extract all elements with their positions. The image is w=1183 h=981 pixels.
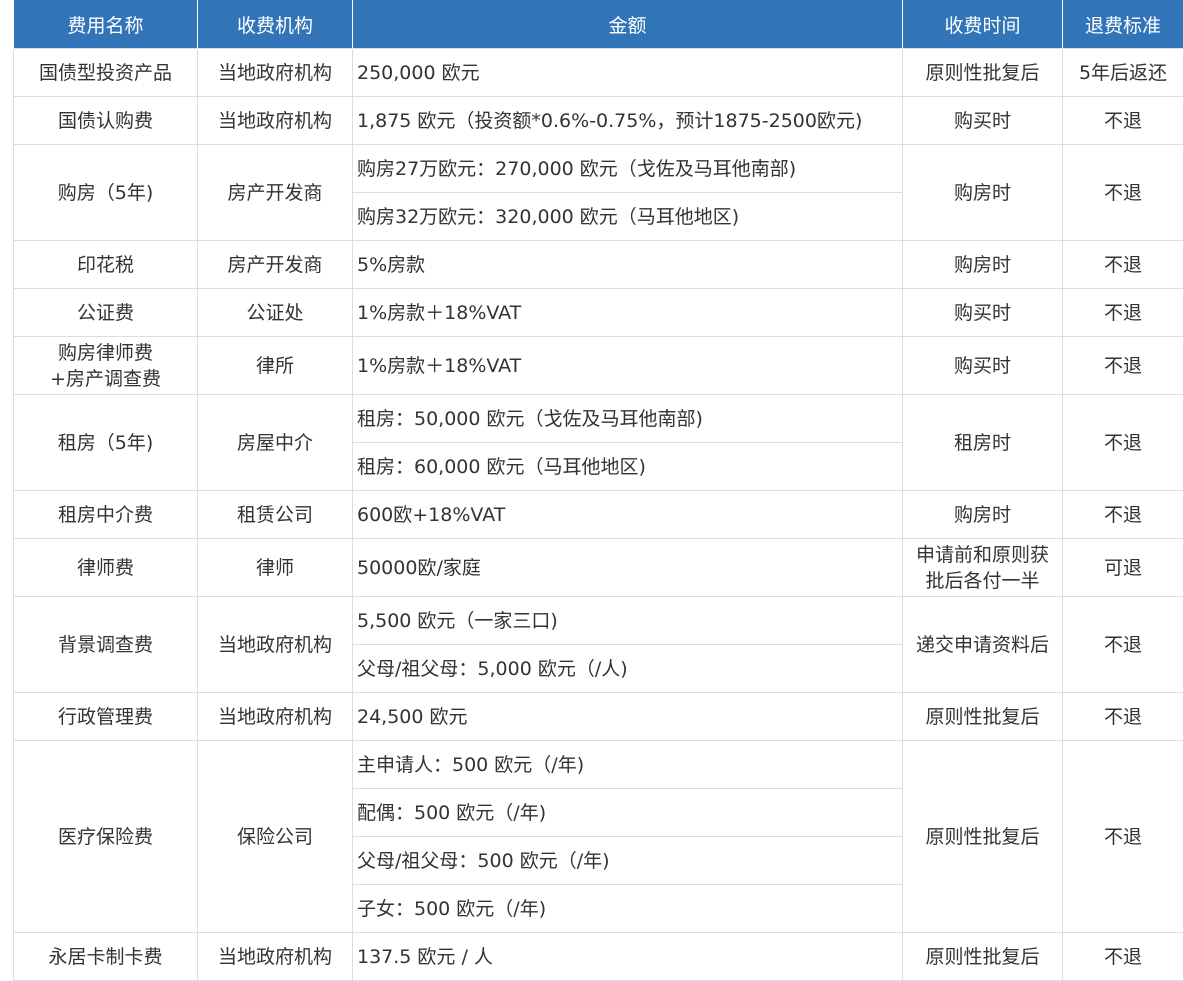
fee-name-cell: 医疗保险费	[13, 740, 198, 933]
fee-name-cell: 印花税	[13, 240, 198, 289]
header-refund: 退费标准	[1062, 0, 1183, 49]
time-line: 批后各付一半	[925, 569, 1040, 592]
amount-cell: 租房：50,000 欧元（戈佐及马耳他南部)	[352, 394, 903, 443]
table-row: 律师费 律师 50000欧/家庭 申请前和原则获 批后各付一半 可退	[13, 538, 1183, 597]
agency-cell: 当地政府机构	[197, 96, 353, 145]
fee-name-line: +房产调查费	[50, 367, 161, 390]
time-cell: 申请前和原则获 批后各付一半	[902, 538, 1063, 597]
table-row: 行政管理费 当地政府机构 24,500 欧元 原则性批复后 不退	[13, 692, 1183, 741]
table-row: 租房中介费 租赁公司 600欧+18%VAT 购房时 不退	[13, 490, 1183, 539]
refund-cell: 不退	[1062, 932, 1183, 981]
amount-cell: 1,875 欧元（投资额*0.6%-0.75%，预计1875-2500欧元)	[352, 96, 903, 145]
amount-cell: 5%房款	[352, 240, 903, 289]
header-agency: 收费机构	[197, 0, 353, 49]
refund-cell: 不退	[1062, 336, 1183, 395]
refund-cell: 5年后返还	[1062, 48, 1183, 97]
agency-cell: 律所	[197, 336, 353, 395]
time-cell: 购房时	[902, 240, 1063, 289]
header-row: 费用名称 收费机构 金额 收费时间 退费标准	[13, 0, 1183, 49]
amount-cell: 50000欧/家庭	[352, 538, 903, 597]
agency-cell: 当地政府机构	[197, 932, 353, 981]
amount-cell: 1%房款＋18%VAT	[352, 288, 903, 337]
fee-table: 费用名称 收费机构 金额 收费时间 退费标准 国债型投资产品 当地政府机构 25…	[13, 0, 1183, 981]
refund-cell: 不退	[1062, 144, 1183, 241]
agency-cell: 房产开发商	[197, 144, 353, 241]
header-fee-name: 费用名称	[13, 0, 198, 49]
table-row: 印花税 房产开发商 5%房款 购房时 不退	[13, 240, 1183, 289]
amount-cell: 父母/祖父母：5,000 欧元（/人)	[352, 644, 903, 693]
amount-cell: 600欧+18%VAT	[352, 490, 903, 539]
refund-cell: 不退	[1062, 490, 1183, 539]
time-cell: 原则性批复后	[902, 740, 1063, 933]
table-row: 背景调查费 当地政府机构 5,500 欧元（一家三口) 递交申请资料后 不退	[13, 596, 1183, 693]
table-row: 租房（5年) 房屋中介 租房：50,000 欧元（戈佐及马耳他南部) 租房时 不…	[13, 394, 1183, 491]
refund-cell: 不退	[1062, 394, 1183, 491]
agency-cell: 律师	[197, 538, 353, 597]
fee-name-cell: 国债型投资产品	[13, 48, 198, 97]
amount-cell: 租房：60,000 欧元（马耳他地区)	[352, 442, 903, 491]
table-row: 国债型投资产品 当地政府机构 250,000 欧元 原则性批复后 5年后返还	[13, 48, 1183, 97]
fee-name-cell: 国债认购费	[13, 96, 198, 145]
fee-name-cell: 购房（5年)	[13, 144, 198, 241]
agency-cell: 租赁公司	[197, 490, 353, 539]
refund-cell: 不退	[1062, 96, 1183, 145]
amount-cell: 购房27万欧元：270,000 欧元（戈佐及马耳他南部)	[352, 144, 903, 193]
fee-name-cell: 背景调查费	[13, 596, 198, 693]
fee-name-cell: 行政管理费	[13, 692, 198, 741]
time-cell: 购买时	[902, 336, 1063, 395]
amount-cell: 5,500 欧元（一家三口)	[352, 596, 903, 645]
amount-cell: 主申请人：500 欧元（/年)	[352, 740, 903, 789]
table-row: 购房（5年) 房产开发商 购房27万欧元：270,000 欧元（戈佐及马耳他南部…	[13, 144, 1183, 241]
table-row: 国债认购费 当地政府机构 1,875 欧元（投资额*0.6%-0.75%，预计1…	[13, 96, 1183, 145]
table-row: 永居卡制卡费 当地政府机构 137.5 欧元 / 人 原则性批复后 不退	[13, 932, 1183, 981]
header-time: 收费时间	[902, 0, 1063, 49]
agency-cell: 公证处	[197, 288, 353, 337]
amount-cell: 子女：500 欧元（/年)	[352, 884, 903, 933]
time-cell: 购房时	[902, 144, 1063, 241]
time-line: 申请前和原则获	[915, 543, 1049, 566]
amount-cell: 250,000 欧元	[352, 48, 903, 97]
amount-cell: 配偶：500 欧元（/年)	[352, 788, 903, 837]
refund-cell: 不退	[1062, 740, 1183, 933]
time-cell: 租房时	[902, 394, 1063, 491]
agency-cell: 房屋中介	[197, 394, 353, 491]
agency-cell: 保险公司	[197, 740, 353, 933]
fee-name-cell: 购房律师费 +房产调查费	[13, 336, 198, 395]
amount-cell: 24,500 欧元	[352, 692, 903, 741]
refund-cell: 不退	[1062, 692, 1183, 741]
fee-name-cell: 租房中介费	[13, 490, 198, 539]
amount-cell: 1%房款＋18%VAT	[352, 336, 903, 395]
fee-name-line: 购房律师费	[57, 341, 153, 364]
fee-name-cell: 永居卡制卡费	[13, 932, 198, 981]
time-cell: 递交申请资料后	[902, 596, 1063, 693]
agency-cell: 当地政府机构	[197, 692, 353, 741]
table-row: 医疗保险费 保险公司 主申请人：500 欧元（/年) 原则性批复后 不退	[13, 740, 1183, 933]
refund-cell: 不退	[1062, 596, 1183, 693]
agency-cell: 当地政府机构	[197, 596, 353, 693]
time-cell: 购买时	[902, 288, 1063, 337]
time-cell: 原则性批复后	[902, 932, 1063, 981]
table-row: 购房律师费 +房产调查费 律所 1%房款＋18%VAT 购买时 不退	[13, 336, 1183, 395]
fee-name-cell: 律师费	[13, 538, 198, 597]
time-cell: 原则性批复后	[902, 48, 1063, 97]
refund-cell: 不退	[1062, 240, 1183, 289]
refund-cell: 不退	[1062, 288, 1183, 337]
amount-cell: 父母/祖父母：500 欧元（/年)	[352, 836, 903, 885]
fee-name-cell: 公证费	[13, 288, 198, 337]
time-cell: 购房时	[902, 490, 1063, 539]
fee-name-cell: 租房（5年)	[13, 394, 198, 491]
agency-cell: 房产开发商	[197, 240, 353, 289]
table-row: 公证费 公证处 1%房款＋18%VAT 购买时 不退	[13, 288, 1183, 337]
agency-cell: 当地政府机构	[197, 48, 353, 97]
header-amount: 金额	[352, 0, 903, 49]
time-cell: 购买时	[902, 96, 1063, 145]
amount-cell: 137.5 欧元 / 人	[352, 932, 903, 981]
time-cell: 原则性批复后	[902, 692, 1063, 741]
refund-cell: 可退	[1062, 538, 1183, 597]
amount-cell: 购房32万欧元：320,000 欧元（马耳他地区)	[352, 192, 903, 241]
